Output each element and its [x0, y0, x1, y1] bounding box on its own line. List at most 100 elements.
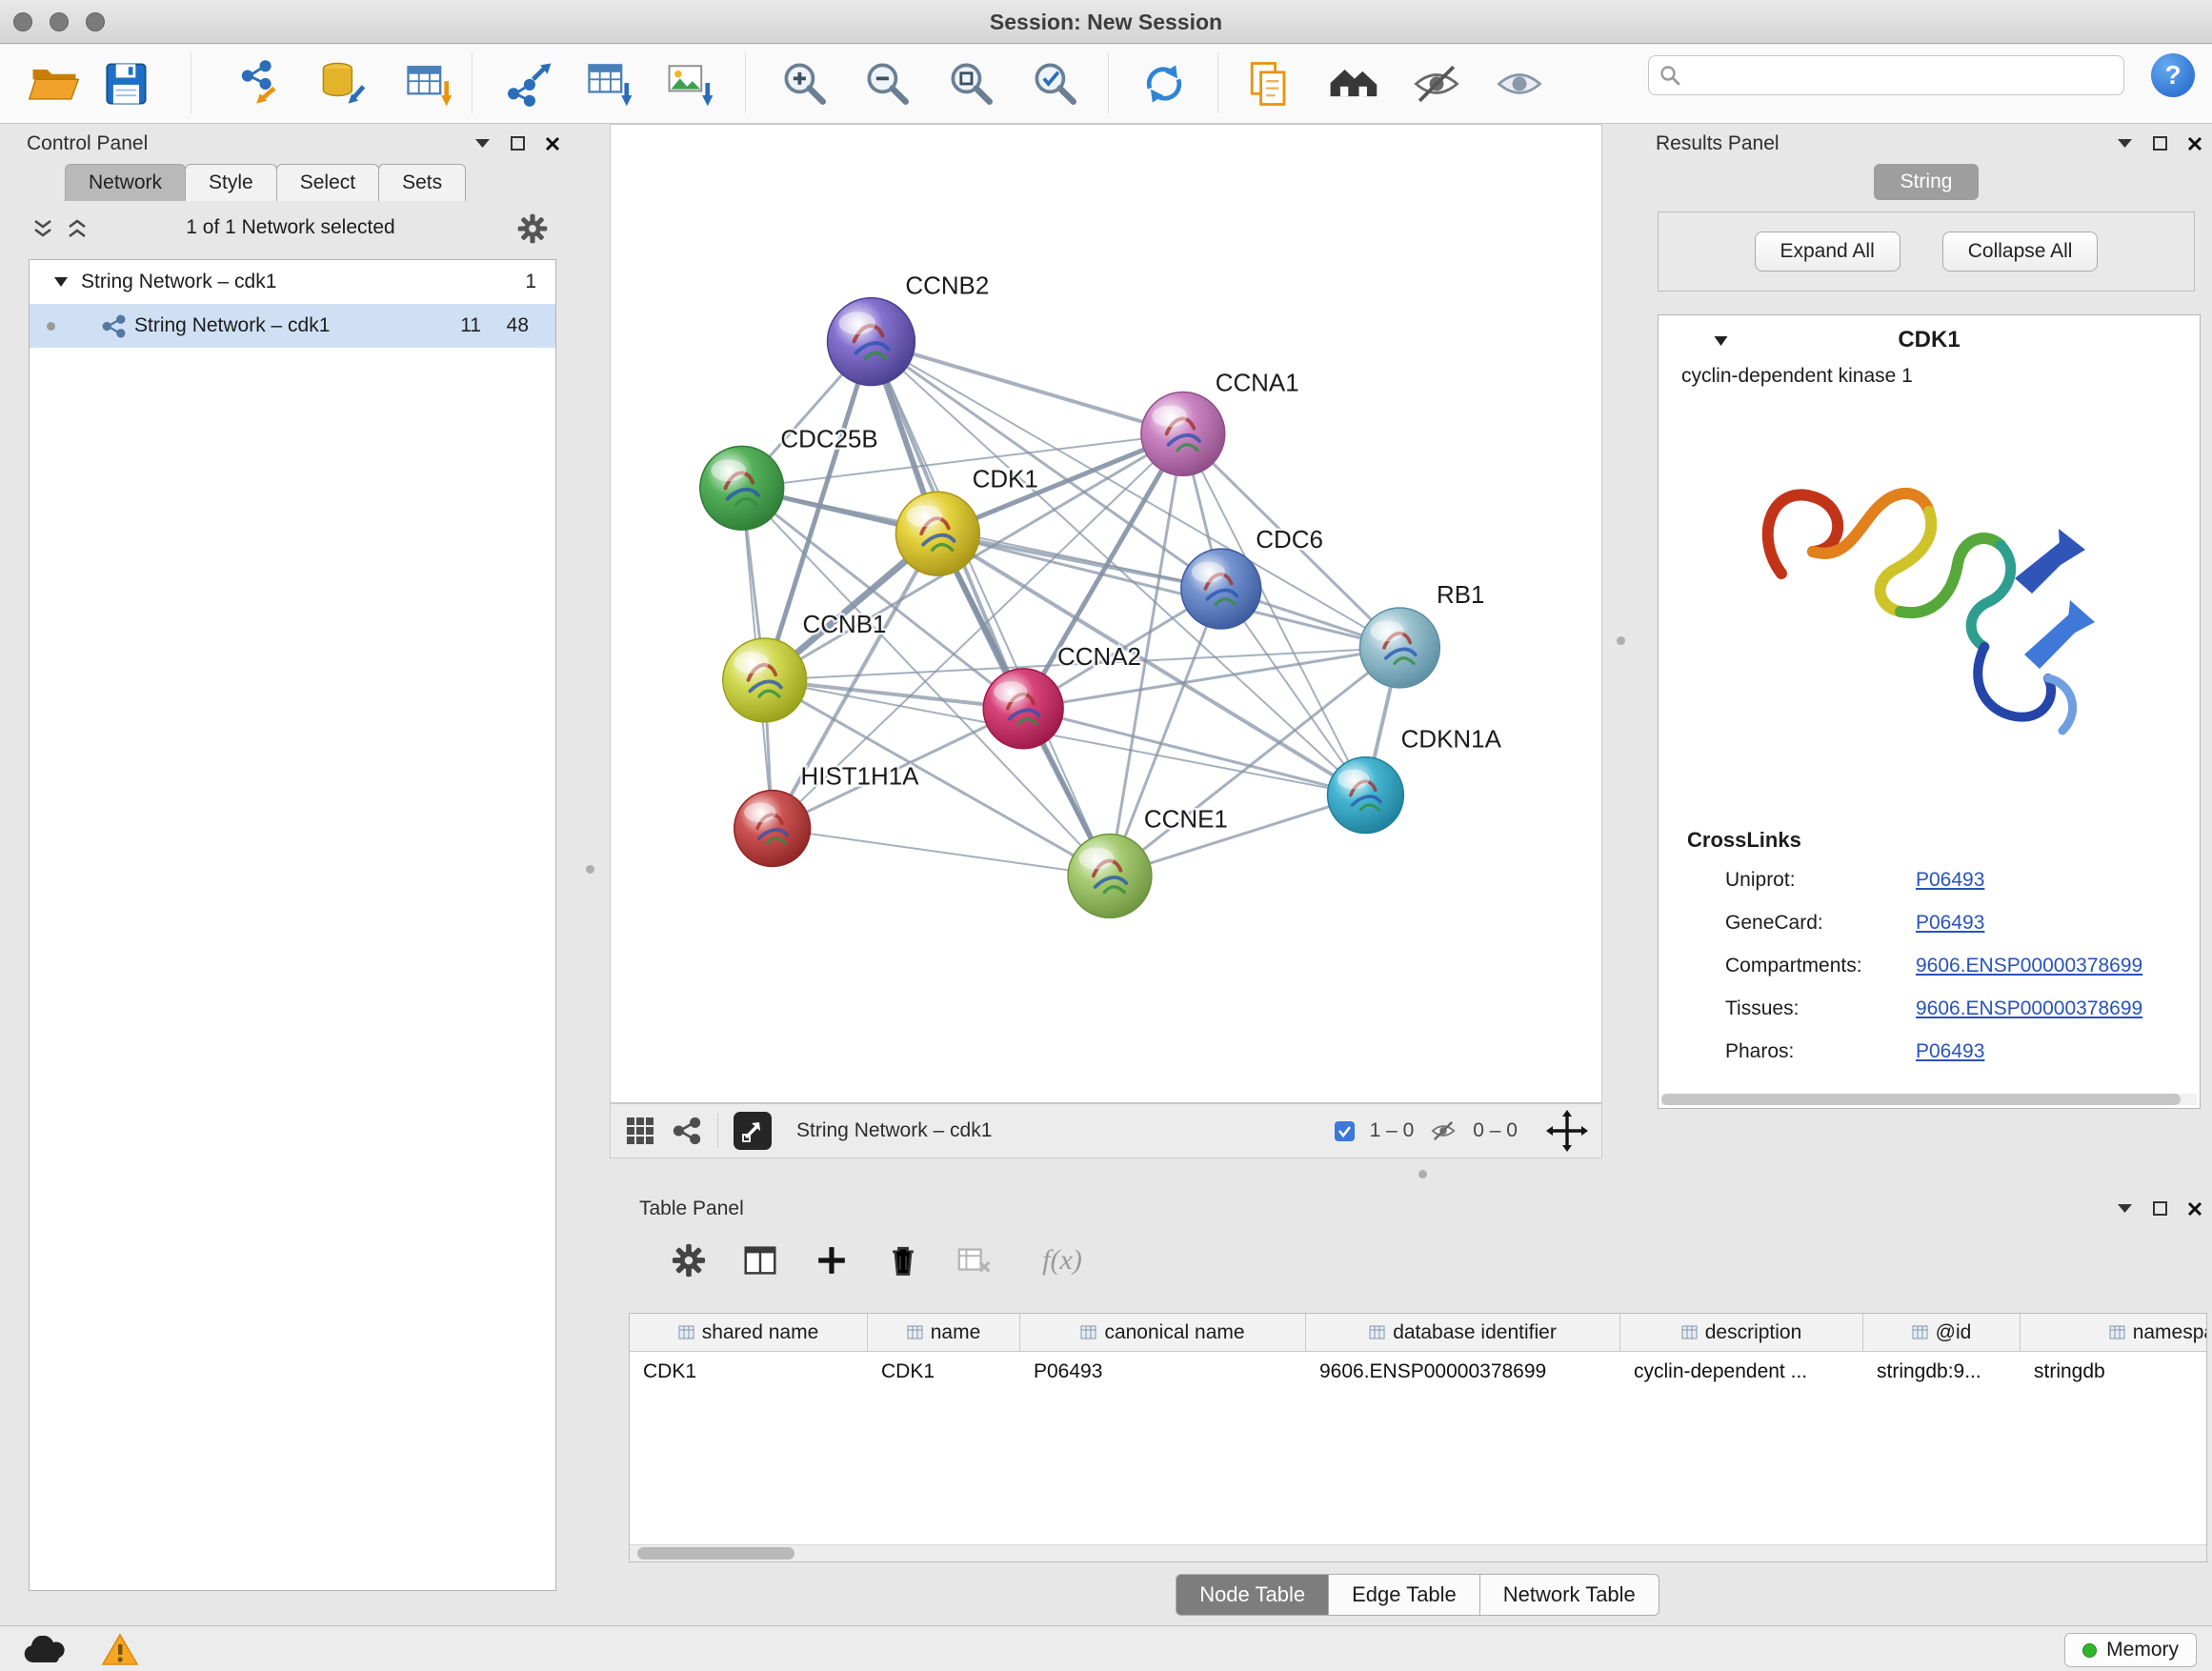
zoom-selected-button[interactable] [1026, 54, 1085, 113]
collapse-all-button[interactable]: Collapse All [1942, 232, 2099, 272]
open-session-button[interactable] [25, 54, 84, 113]
crosslink-value[interactable]: P06493 [1916, 869, 1984, 892]
export-network-button[interactable] [499, 54, 558, 113]
network-collection-row[interactable]: String Network – cdk1 1 [30, 260, 555, 304]
scrollbar-thumb[interactable] [637, 1547, 794, 1560]
import-network-file-button[interactable] [230, 54, 289, 113]
panel-float-icon[interactable] [2152, 1200, 2168, 1217]
zoom-in-button[interactable] [775, 54, 835, 113]
table-settings-button[interactable] [667, 1238, 711, 1282]
splitter-handle[interactable] [1418, 1170, 1427, 1178]
tab-node-table[interactable]: Node Table [1176, 1574, 1329, 1616]
table-cell[interactable]: stringdb:9... [1863, 1352, 2021, 1392]
network-edge[interactable] [871, 342, 1182, 434]
network-node-cdkn1a[interactable]: CDKN1A [1328, 727, 1502, 834]
table-scrollbar[interactable] [630, 1544, 2206, 1561]
node-table[interactable]: shared namenamecanonical namedatabase id… [629, 1313, 2207, 1562]
crosslink-value[interactable]: P06493 [1916, 912, 1984, 935]
network-node-cdc6[interactable]: CDC6 [1181, 527, 1323, 629]
column-header[interactable]: database identifier [1306, 1314, 1620, 1351]
pan-crosshair-icon[interactable] [1546, 1110, 1588, 1152]
duplicate-document-button[interactable] [1239, 54, 1298, 113]
network-edge[interactable] [773, 829, 1110, 876]
help-button[interactable]: ? [2151, 53, 2195, 97]
tab-network-table[interactable]: Network Table [1479, 1574, 1659, 1616]
search-field[interactable] [1648, 55, 2124, 95]
table-cell[interactable]: P06493 [1020, 1352, 1306, 1392]
network-row[interactable]: String Network – cdk1 11 48 [30, 304, 555, 348]
save-session-button[interactable] [96, 54, 155, 113]
share-view-icon[interactable] [672, 1116, 702, 1146]
results-content: CDK1 cyclin-dependent kinase 1 CrossLink… [1658, 314, 2201, 1109]
column-header[interactable]: @id [1863, 1314, 2021, 1351]
tab-network[interactable]: Network [65, 164, 186, 201]
memory-button[interactable]: Memory [2064, 1633, 2197, 1667]
column-header[interactable]: description [1620, 1314, 1863, 1351]
network-edge[interactable] [871, 342, 1110, 876]
table-cell[interactable]: stringdb [2021, 1352, 2207, 1392]
zoom-out-button[interactable] [858, 54, 917, 113]
cloud-icon[interactable] [21, 1636, 70, 1664]
gear-icon[interactable] [516, 212, 549, 245]
panel-menu-icon[interactable] [2117, 138, 2133, 149]
show-columns-button[interactable] [738, 1238, 782, 1282]
table-row[interactable]: CDK1CDK1P064939606.ENSP00000378699cyclin… [630, 1352, 2206, 1392]
grid-view-icon[interactable] [624, 1115, 656, 1147]
splitter-handle[interactable] [586, 865, 594, 874]
tab-sets[interactable]: Sets [378, 164, 466, 201]
network-canvas[interactable]: CCNB2CCNA1CDC25BCDK1CDC6RB1CCNB1CCNA2CDK… [610, 124, 1602, 1103]
table-cell[interactable]: 9606.ENSP00000378699 [1306, 1352, 1620, 1392]
column-header[interactable]: name [868, 1314, 1020, 1351]
search-input[interactable] [1681, 56, 2123, 94]
panel-close-icon[interactable] [545, 136, 560, 151]
import-table-button[interactable] [399, 54, 458, 113]
disclosure-triangle-icon[interactable] [54, 277, 68, 288]
network-node-rb1[interactable]: RB1 [1359, 582, 1484, 688]
crosslink-value[interactable]: 9606.ENSP00000378699 [1916, 997, 2142, 1020]
window-close-button[interactable] [13, 12, 32, 31]
panel-float-icon[interactable] [2152, 135, 2168, 151]
table-cell[interactable]: cyclin-dependent ... [1620, 1352, 1863, 1392]
splitter-handle[interactable] [1617, 636, 1625, 645]
tab-select[interactable]: Select [276, 164, 379, 201]
column-header[interactable]: canonical name [1020, 1314, 1306, 1351]
add-column-button[interactable] [810, 1238, 854, 1282]
network-node-hist1h1a[interactable]: HIST1H1A [734, 764, 919, 867]
export-image-button[interactable] [661, 54, 720, 113]
hide-selected-button[interactable] [1407, 54, 1466, 113]
network-node-ccne1[interactable]: CCNE1 [1068, 807, 1228, 918]
refresh-button[interactable] [1135, 54, 1194, 113]
delete-column-button[interactable] [881, 1238, 925, 1282]
crosslink-value[interactable]: P06493 [1916, 1040, 1984, 1063]
panel-close-icon[interactable] [2187, 1201, 2202, 1217]
table-cell[interactable]: CDK1 [868, 1352, 1020, 1392]
window-zoom-button[interactable] [86, 12, 105, 31]
warning-icon[interactable] [101, 1633, 139, 1667]
crosslink-value[interactable]: 9606.ENSP00000378699 [1916, 955, 2142, 977]
results-scrollbar[interactable] [1661, 1094, 2197, 1105]
export-image-icon [663, 56, 718, 111]
network-node-ccna1[interactable]: CCNA1 [1141, 370, 1299, 475]
tab-style[interactable]: Style [185, 164, 277, 201]
gene-disclosure-icon[interactable] [1714, 336, 1728, 347]
show-all-button[interactable] [1490, 54, 1549, 113]
zoom-fit-button[interactable] [942, 54, 1001, 113]
network-graph[interactable]: CCNB2CCNA1CDC25BCDK1CDC6RB1CCNB1CCNA2CDK… [611, 125, 1601, 1102]
export-table-button[interactable] [580, 54, 639, 113]
panel-menu-icon[interactable] [474, 138, 491, 149]
tab-string[interactable]: String [1874, 164, 1980, 200]
column-header[interactable]: namespace [2021, 1314, 2207, 1351]
panel-menu-icon[interactable] [2117, 1203, 2133, 1214]
tab-edge-table[interactable]: Edge Table [1328, 1574, 1480, 1616]
window-minimize-button[interactable] [50, 12, 69, 31]
expand-all-button[interactable]: Expand All [1755, 232, 1900, 272]
birdseye-view-button[interactable] [734, 1112, 772, 1150]
home-button[interactable] [1323, 54, 1382, 113]
column-header[interactable]: shared name [630, 1314, 868, 1351]
panel-close-icon[interactable] [2187, 136, 2202, 151]
function-builder-button[interactable]: f(x) [1024, 1238, 1100, 1282]
selected-checkbox[interactable] [1335, 1121, 1355, 1141]
panel-float-icon[interactable] [510, 135, 526, 151]
table-cell[interactable]: CDK1 [630, 1352, 868, 1392]
import-network-database-button[interactable] [313, 54, 372, 113]
